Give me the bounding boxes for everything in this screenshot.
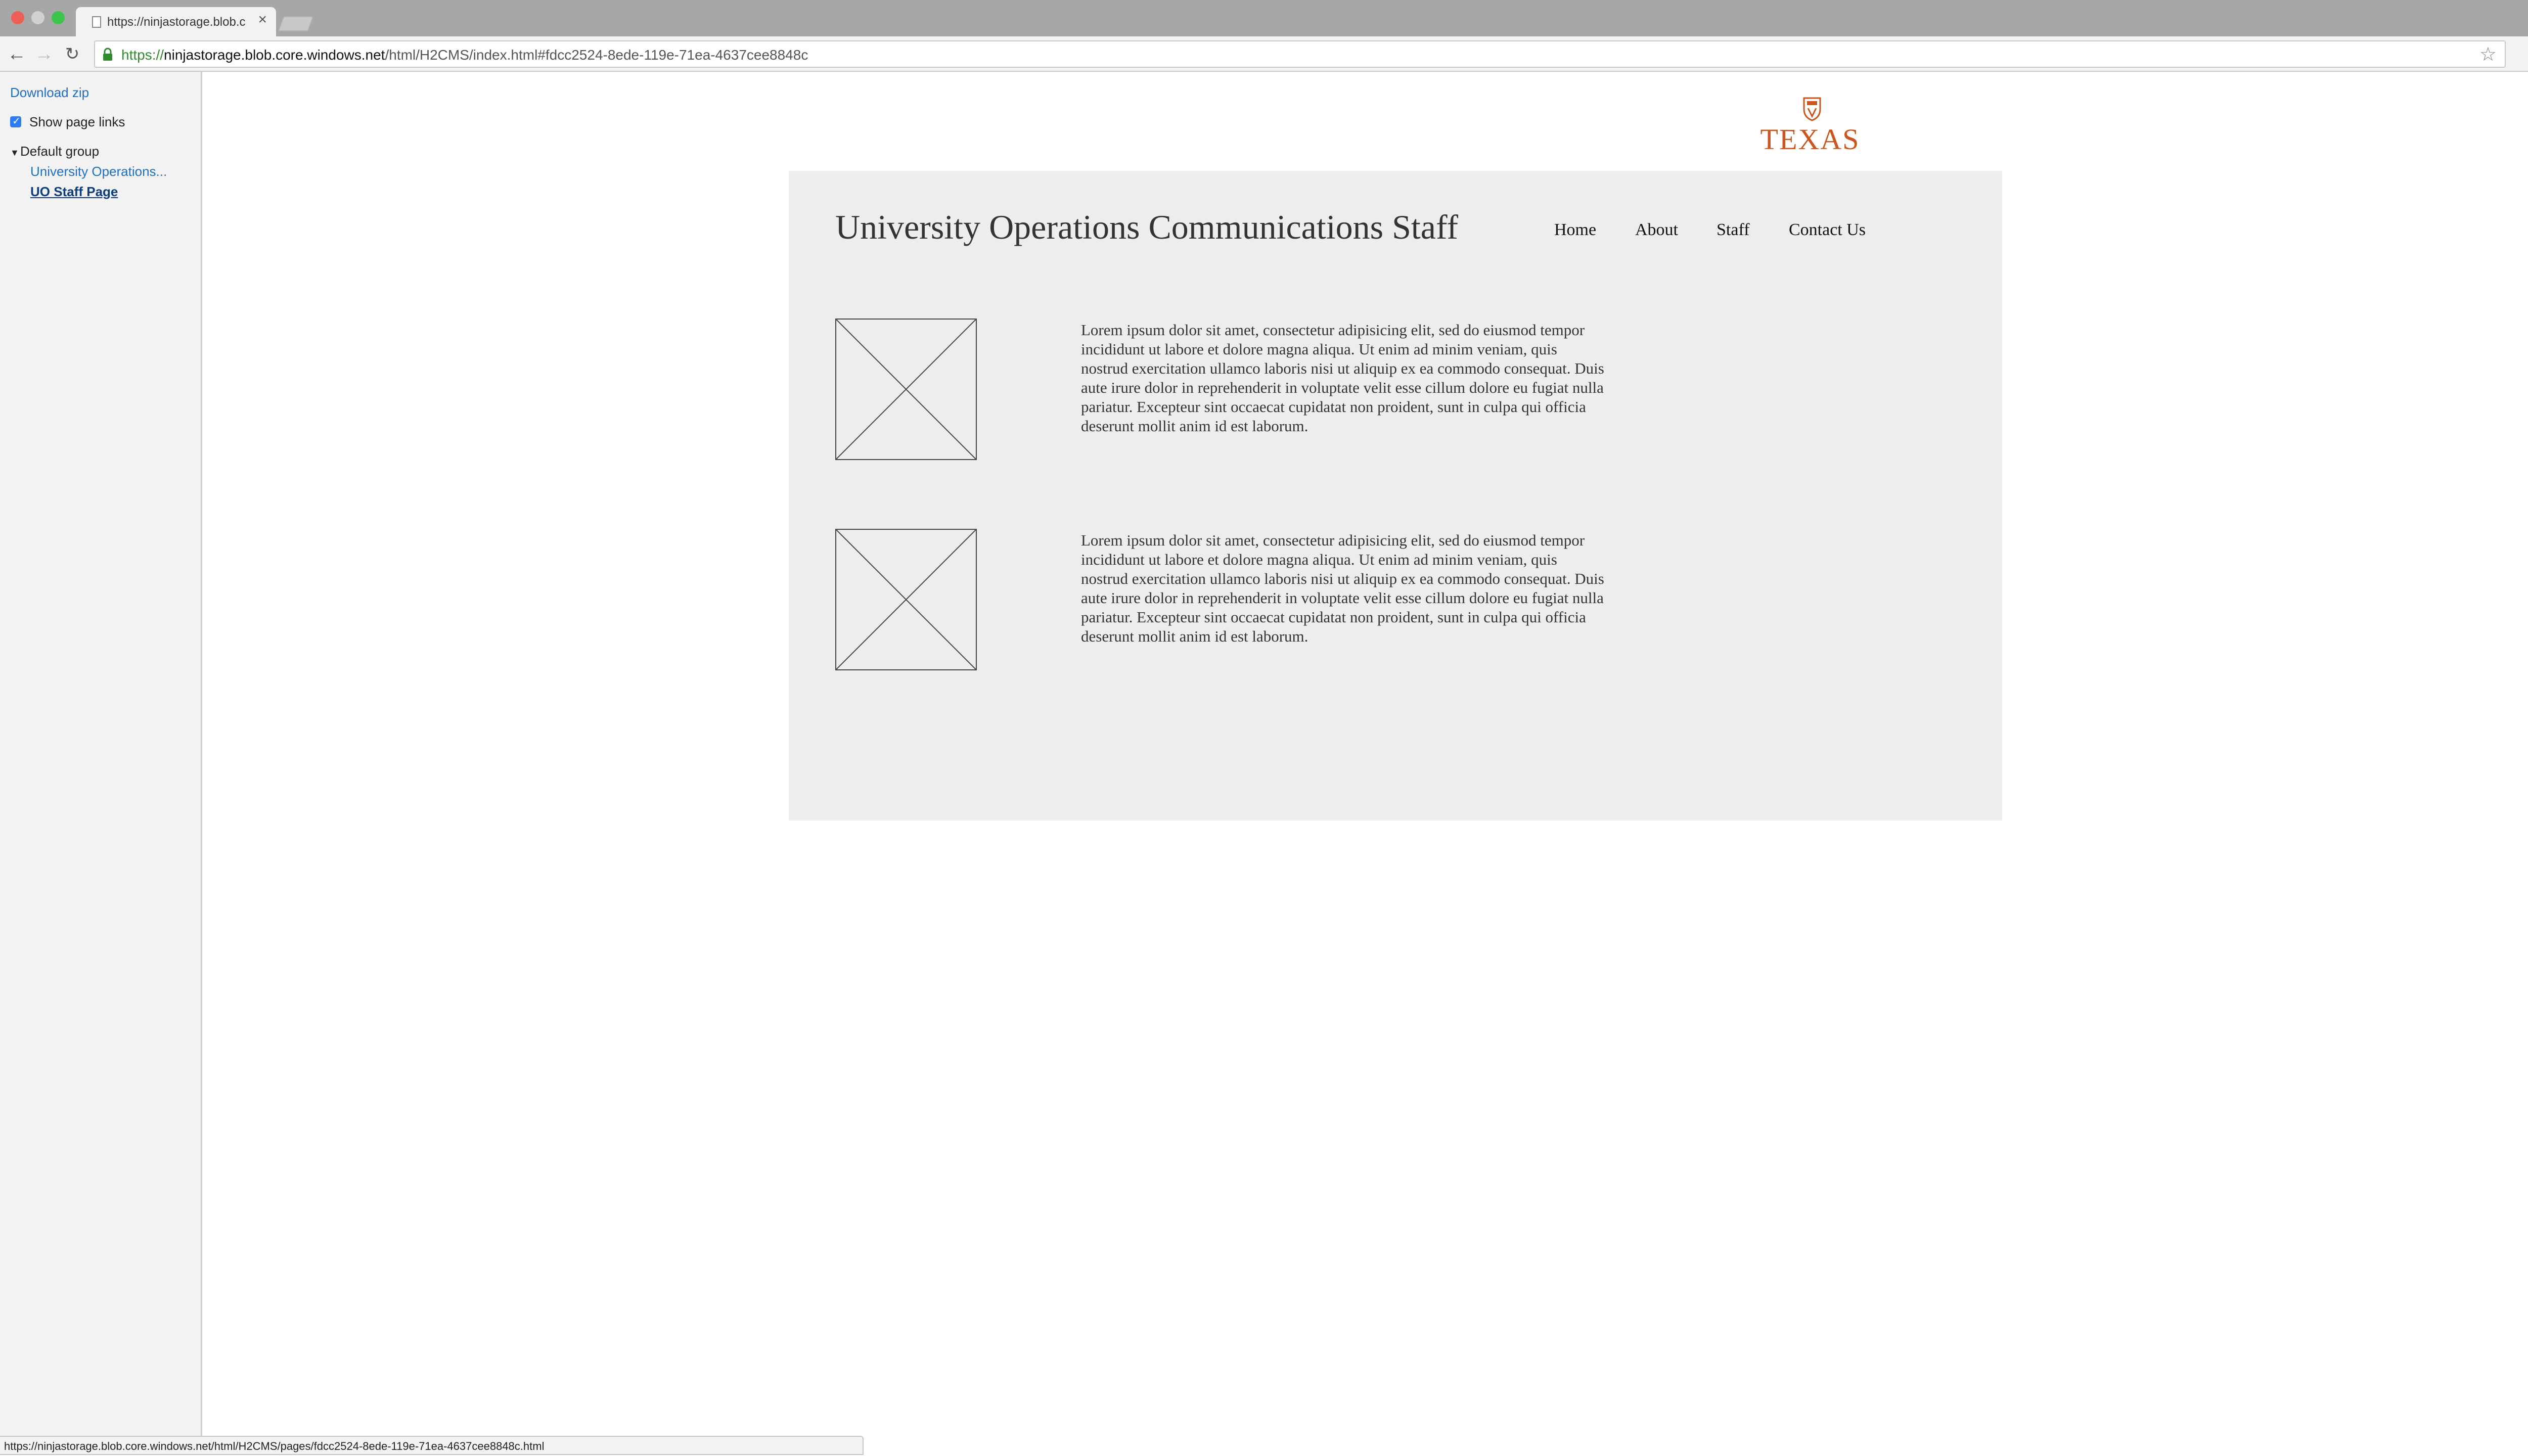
image-placeholder-icon — [835, 318, 977, 460]
body-paragraph: Lorem ipsum dolor sit amet, consectetur … — [1081, 321, 1604, 435]
show-page-links-label[interactable]: Show page links — [29, 114, 125, 130]
close-window-button[interactable] — [11, 11, 24, 24]
forward-icon[interactable]: → — [33, 43, 55, 65]
browser-tab[interactable]: https://ninjastorage.blob.c × — [76, 7, 276, 36]
logo-wordmark: TEXAS — [1760, 123, 1860, 156]
download-zip-link[interactable]: Download zip — [10, 85, 89, 101]
address-bar[interactable]: https://ninjastorage.blob.core.windows.n… — [94, 40, 2506, 68]
extension-icon[interactable] — [2526, 44, 2528, 64]
url-scheme: https:// — [121, 47, 164, 63]
minimize-window-button[interactable] — [31, 11, 44, 24]
tab-title: https://ninjastorage.blob.c — [107, 15, 246, 29]
shield-icon — [1803, 97, 1821, 121]
lock-icon — [103, 48, 112, 61]
sidebar-page-university-operations[interactable]: University Operations... — [30, 164, 182, 179]
new-tab-button[interactable] — [278, 16, 314, 31]
star-icon[interactable]: ☆ — [2479, 44, 2497, 65]
tab-close-button[interactable]: × — [258, 12, 267, 27]
url-host: ninjastorage.blob.core.windows.net — [164, 47, 385, 63]
check-mark-icon: ✓ — [12, 116, 21, 127]
tab-strip: https://ninjastorage.blob.c × — [0, 0, 2528, 36]
image-placeholder-icon — [835, 529, 977, 670]
checkbox-icon[interactable]: ✓ — [10, 116, 21, 127]
back-icon[interactable]: ← — [6, 43, 27, 65]
sitemap-sidebar: Download zip ✓ Show page links ▼ Default… — [0, 72, 202, 1436]
status-url: https://ninjastorage.blob.core.windows.n… — [4, 1440, 545, 1452]
nav-about[interactable]: About — [1635, 220, 1678, 240]
page-icon — [92, 16, 101, 28]
browser-toolbar: ← → ↻ https://ninjastorage.blob.core.win… — [0, 36, 2528, 72]
nav-staff[interactable]: Staff — [1717, 220, 1749, 240]
sidebar-page-uo-staff[interactable]: UO Staff Page — [30, 184, 118, 200]
content-panel: University Operations Communications Sta… — [789, 171, 2002, 821]
reload-icon[interactable]: ↻ — [62, 43, 83, 65]
body-paragraph: Lorem ipsum dolor sit amet, consectetur … — [1081, 531, 1604, 645]
nav-contact-us[interactable]: Contact Us — [1789, 220, 1866, 240]
status-bar: https://ninjastorage.blob.core.windows.n… — [0, 1436, 864, 1455]
url-text: https://ninjastorage.blob.core.windows.n… — [121, 47, 808, 63]
caret-down-icon[interactable]: ▼ — [10, 148, 19, 158]
page-title: University Operations Communications Sta… — [835, 208, 1459, 246]
nav-home[interactable]: Home — [1554, 220, 1596, 240]
texas-logo[interactable]: TEXAS — [1759, 95, 1861, 156]
default-group-label[interactable]: Default group — [20, 144, 99, 159]
url-path: /html/H2CMS/index.html#fdcc2524-8ede-119… — [385, 47, 808, 63]
zoom-window-button[interactable] — [52, 11, 65, 24]
